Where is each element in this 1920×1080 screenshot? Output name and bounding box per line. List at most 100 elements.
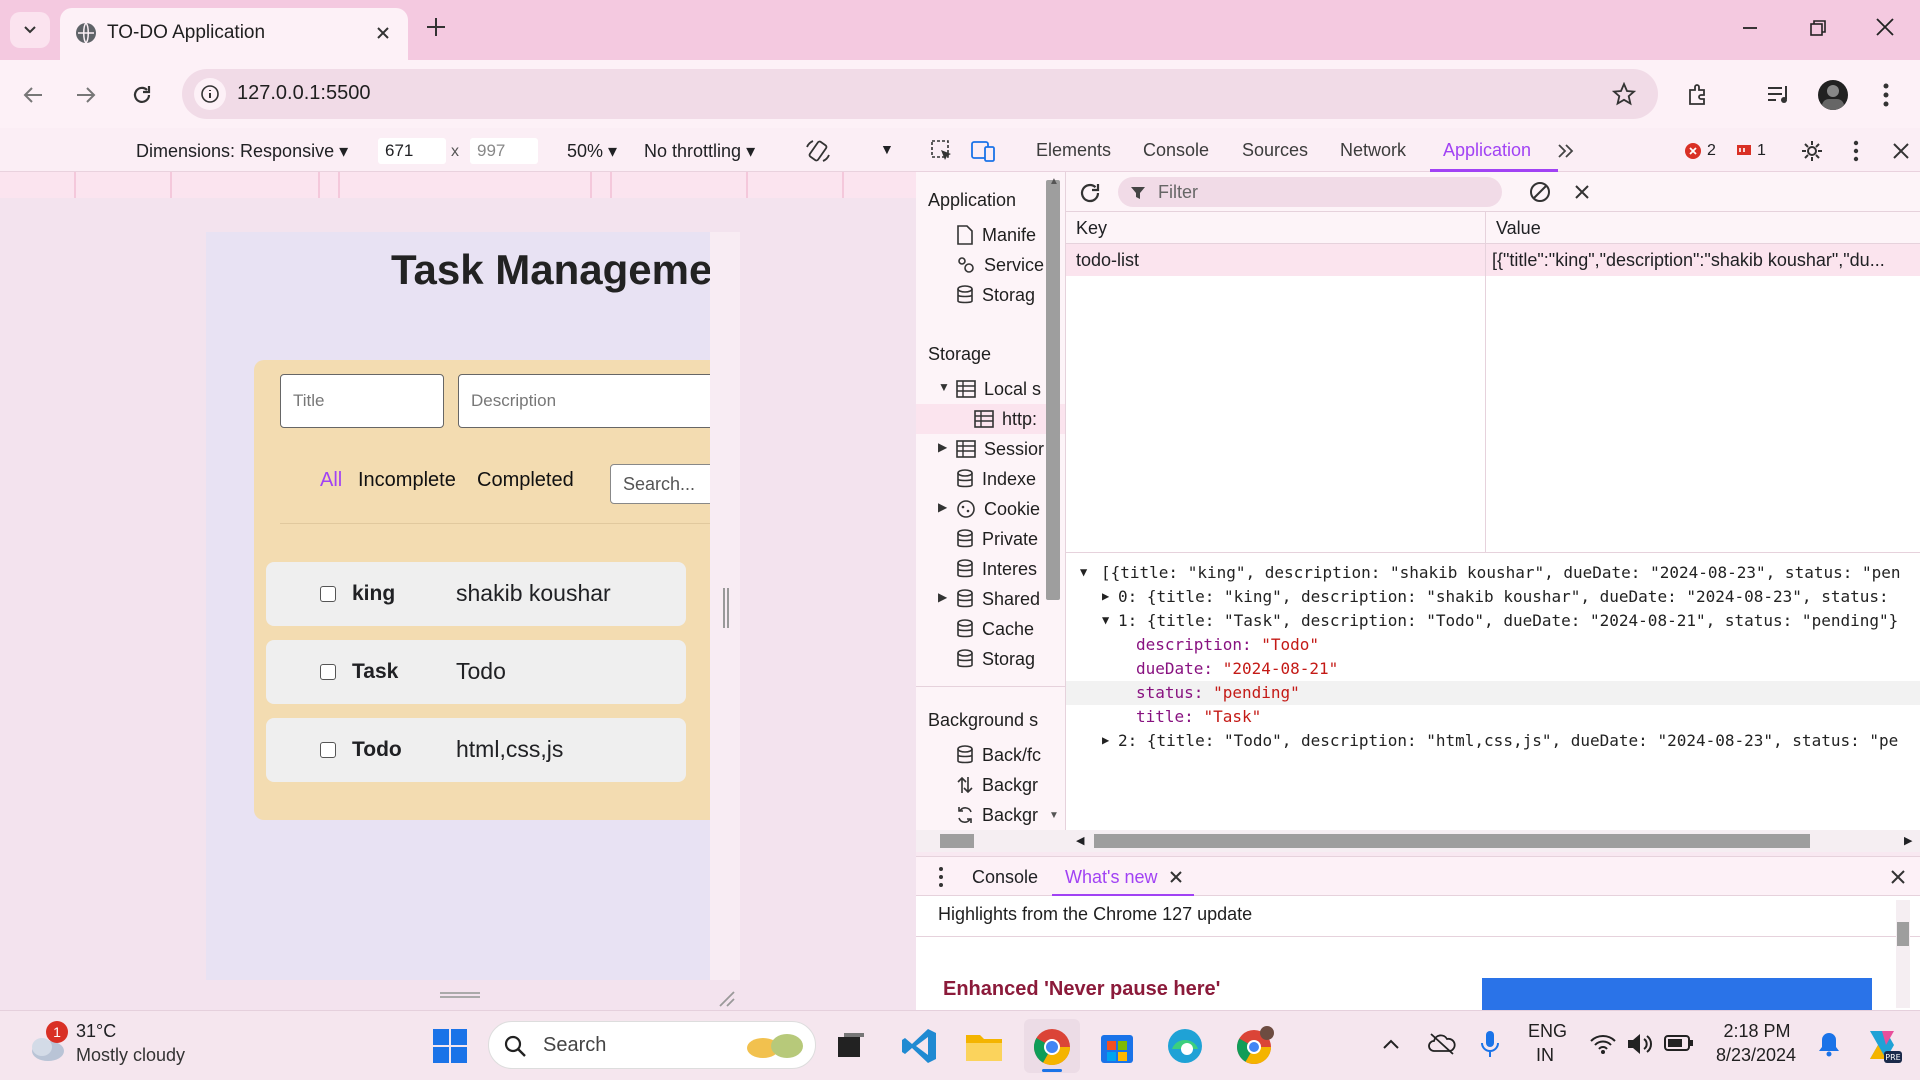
window-close-icon[interactable] bbox=[1874, 16, 1896, 38]
expand-arrow-icon[interactable]: ▶ bbox=[1102, 589, 1109, 603]
back-arrow-icon[interactable] bbox=[22, 84, 44, 106]
sidebar-item-service-workers[interactable]: Service bbox=[956, 252, 1044, 278]
tab-elements[interactable]: Elements bbox=[1036, 140, 1111, 161]
edge-icon[interactable] bbox=[1166, 1027, 1204, 1065]
file-explorer-icon[interactable] bbox=[964, 1027, 1004, 1065]
reload-icon[interactable] bbox=[130, 83, 154, 107]
sidebar-item-local-origin[interactable]: http: bbox=[974, 406, 1037, 432]
new-tab-plus-icon[interactable] bbox=[425, 16, 447, 38]
scroll-right-arrow[interactable]: ▶ bbox=[1904, 834, 1912, 847]
tab-network[interactable]: Network bbox=[1340, 140, 1406, 161]
width-input[interactable]: 671 bbox=[378, 138, 446, 164]
filter-incomplete[interactable]: Incomplete bbox=[358, 469, 456, 492]
sidebar-item-interest-groups[interactable]: Interes bbox=[956, 556, 1037, 582]
search-input[interactable]: Search... bbox=[610, 464, 710, 504]
onedrive-offline-icon[interactable] bbox=[1428, 1031, 1456, 1057]
more-vert-icon[interactable] bbox=[1882, 82, 1890, 108]
refresh-icon[interactable] bbox=[1078, 181, 1102, 205]
sidebar-item-local-storage[interactable]: Local s bbox=[956, 376, 1041, 402]
address-bar[interactable]: 127.0.0.1:5500 bbox=[182, 69, 1658, 119]
description-input[interactable]: Description bbox=[458, 374, 710, 428]
taskbar-search[interactable]: Search bbox=[488, 1021, 816, 1069]
drawer-scrollbar[interactable] bbox=[1896, 900, 1910, 1008]
devtools-more-icon[interactable] bbox=[1852, 140, 1860, 162]
scroll-thumb[interactable] bbox=[1094, 834, 1810, 848]
chrome-profile-icon[interactable] bbox=[1234, 1025, 1276, 1067]
bookmark-star-icon[interactable] bbox=[1612, 82, 1636, 106]
viewport-bottom-resize-handle[interactable] bbox=[440, 992, 480, 998]
clear-all-icon[interactable] bbox=[1528, 180, 1552, 204]
weather-widget[interactable]: 1 bbox=[26, 1021, 68, 1065]
sidebar-scrollbar[interactable] bbox=[1046, 180, 1060, 600]
expand-arrow-icon[interactable]: ▼ bbox=[938, 380, 950, 394]
sidebar-item-private-state[interactable]: Private bbox=[956, 526, 1038, 552]
delete-selected-icon[interactable] bbox=[1574, 184, 1590, 200]
extensions-puzzle-icon[interactable] bbox=[1686, 82, 1712, 108]
windows-start-icon[interactable] bbox=[432, 1028, 468, 1064]
zoom-dropdown[interactable]: 50% ▾ bbox=[567, 141, 617, 162]
vscode-icon[interactable] bbox=[900, 1027, 938, 1065]
profile-avatar[interactable] bbox=[1818, 80, 1848, 110]
notification-bell-icon[interactable] bbox=[1818, 1031, 1840, 1057]
scroll-down-arrow[interactable]: ▼ bbox=[1049, 810, 1059, 821]
error-icon[interactable] bbox=[1684, 142, 1702, 160]
task-view-icon[interactable] bbox=[836, 1031, 866, 1061]
microphone-icon[interactable] bbox=[1480, 1029, 1500, 1059]
restore-icon[interactable] bbox=[1808, 18, 1828, 38]
filter-all[interactable]: All bbox=[320, 469, 342, 492]
sidebar-item-cookies[interactable]: Cookie bbox=[956, 496, 1040, 522]
tab-application[interactable]: Application bbox=[1443, 140, 1531, 161]
battery-icon[interactable] bbox=[1664, 1034, 1694, 1052]
sidebar-item-manifest[interactable]: Manife bbox=[956, 222, 1036, 248]
wifi-icon[interactable] bbox=[1590, 1033, 1616, 1055]
clock-time[interactable]: 2:18 PM bbox=[1712, 1021, 1802, 1042]
feature-title[interactable]: Enhanced 'Never pause here' bbox=[943, 978, 1220, 1001]
sidebar-item-indexeddb[interactable]: Indexe bbox=[956, 466, 1036, 492]
forward-arrow-icon[interactable] bbox=[75, 84, 97, 106]
filter-completed[interactable]: Completed bbox=[477, 469, 574, 492]
device-options-caret[interactable]: ▼ bbox=[880, 141, 894, 157]
filter-input[interactable]: Filter bbox=[1118, 177, 1502, 207]
table-row[interactable]: todo-list [{"title":"king","description"… bbox=[1066, 244, 1920, 276]
close-devtools-icon[interactable] bbox=[1892, 142, 1910, 160]
settings-gear-icon[interactable] bbox=[1800, 139, 1824, 163]
device-toggle-icon[interactable] bbox=[970, 139, 996, 163]
active-tab[interactable]: TO-DO Application bbox=[60, 8, 408, 60]
sidebar-horizontal-scrollbar[interactable] bbox=[916, 830, 1066, 852]
chrome-active-app[interactable] bbox=[1024, 1019, 1080, 1073]
rotate-icon[interactable] bbox=[804, 137, 832, 165]
height-input[interactable]: 997 bbox=[470, 138, 538, 164]
task-checkbox[interactable] bbox=[320, 664, 336, 680]
drawer-tab-whats-new[interactable]: What's new bbox=[1065, 867, 1157, 888]
inspect-element-icon[interactable] bbox=[930, 139, 954, 163]
sidebar-item-shared-storage[interactable]: Shared bbox=[956, 586, 1040, 612]
task-checkbox[interactable] bbox=[320, 742, 336, 758]
scroll-up-arrow[interactable]: ▲ bbox=[1049, 176, 1059, 187]
tab-sources[interactable]: Sources bbox=[1242, 140, 1308, 161]
scroll-thumb[interactable] bbox=[940, 834, 974, 848]
drawer-menu-icon[interactable] bbox=[938, 866, 944, 888]
minimize-icon[interactable] bbox=[1740, 18, 1760, 38]
value-column-header[interactable]: Value bbox=[1496, 218, 1541, 239]
tab-console[interactable]: Console bbox=[1143, 140, 1209, 161]
close-tab-icon[interactable] bbox=[1169, 870, 1183, 884]
sidebar-item-session-storage[interactable]: Sessior bbox=[956, 436, 1044, 462]
tab-close-button[interactable] bbox=[370, 20, 396, 46]
drawer-tab-console[interactable]: Console bbox=[972, 867, 1038, 888]
expand-arrow-icon[interactable]: ▶ bbox=[938, 590, 947, 604]
collapse-arrow-icon[interactable]: ▼ bbox=[1102, 613, 1109, 627]
issue-flag-icon[interactable] bbox=[1736, 143, 1752, 159]
collapse-arrow-icon[interactable]: ▼ bbox=[1080, 565, 1087, 579]
tab-search-button[interactable] bbox=[10, 12, 50, 48]
throttling-dropdown[interactable]: No throttling ▾ bbox=[644, 141, 755, 162]
show-hidden-icons-chevron[interactable] bbox=[1382, 1037, 1400, 1051]
language-bottom[interactable]: IN bbox=[1536, 1045, 1554, 1066]
sidebar-item-storage-buckets[interactable]: Storag bbox=[956, 646, 1035, 672]
horizontal-scrollbar[interactable]: ◀ ▶ bbox=[1066, 830, 1920, 852]
corner-resize-icon[interactable] bbox=[718, 990, 736, 1008]
key-column-header[interactable]: Key bbox=[1076, 218, 1107, 239]
volume-icon[interactable] bbox=[1626, 1031, 1654, 1057]
copilot-icon[interactable]: PRE bbox=[1862, 1025, 1902, 1065]
sidebar-item-background-sync[interactable]: Backgr bbox=[956, 802, 1038, 828]
clock-date[interactable]: 8/23/2024 bbox=[1706, 1045, 1806, 1066]
